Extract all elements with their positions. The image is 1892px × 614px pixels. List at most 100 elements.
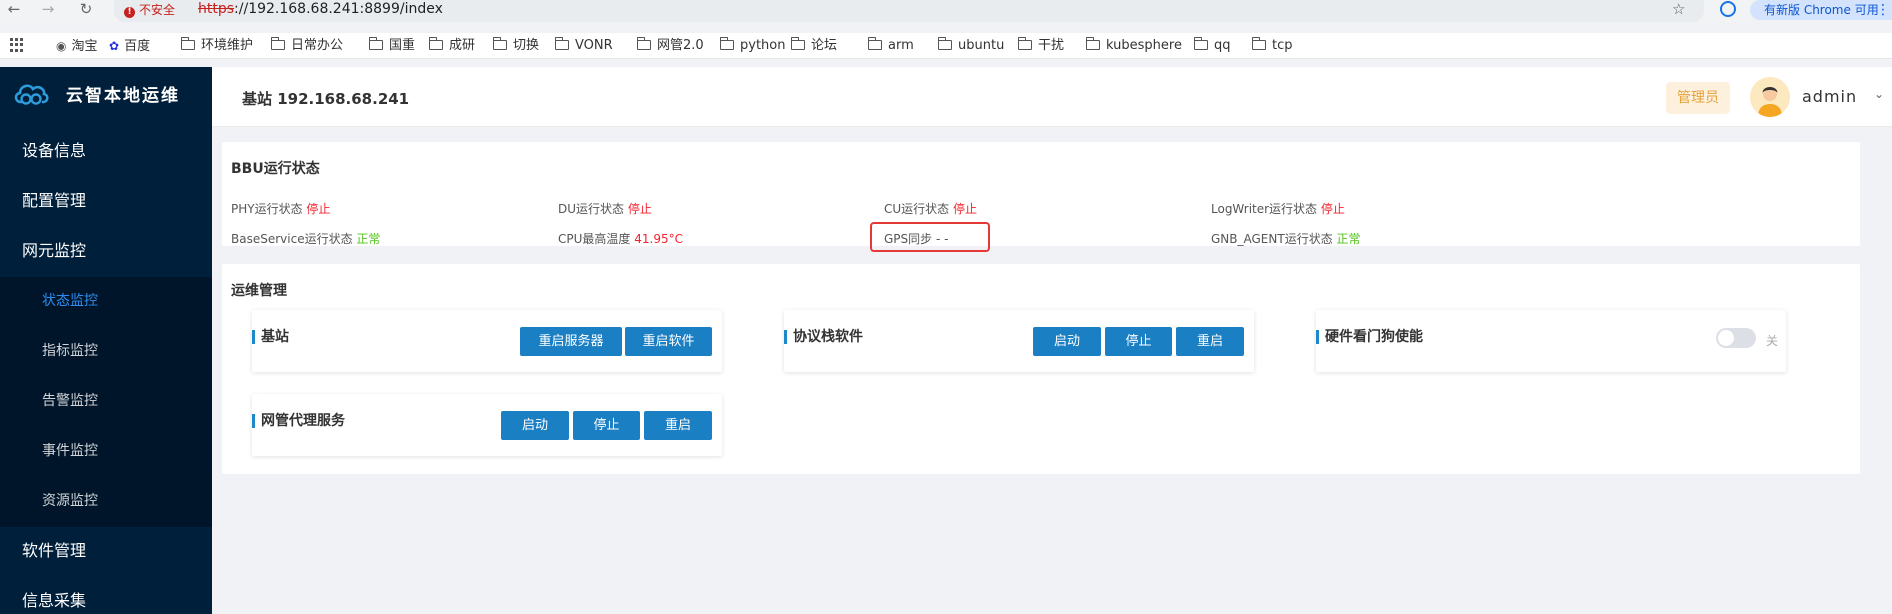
insecure-badge[interactable]: ! 不安全 bbox=[124, 2, 175, 18]
bookmark-item[interactable]: python bbox=[719, 37, 786, 54]
bookmark-item[interactable]: qq bbox=[1193, 37, 1231, 54]
sidebar-item-info-collect[interactable]: 信息采集 bbox=[0, 591, 212, 611]
bookmark-label: 国重 bbox=[389, 38, 416, 53]
stat-value: 正常 bbox=[356, 232, 381, 246]
back-arrow-icon[interactable]: ← bbox=[4, 0, 24, 20]
ops-panel-title: 运维管理 bbox=[231, 283, 287, 299]
sidebar-item-ne-monitor[interactable]: 网元监控 bbox=[0, 241, 212, 261]
folder-icon bbox=[937, 37, 952, 50]
url-text: https://192.168.68.241:8899/index bbox=[198, 1, 443, 17]
bookmark-item[interactable]: tcp bbox=[1251, 37, 1293, 54]
bookmark-item[interactable]: 国重 bbox=[368, 37, 416, 54]
card-label: 硬件看门狗使能 bbox=[1316, 330, 1423, 344]
stat-value: 停止 bbox=[627, 202, 652, 216]
stat-label: LogWriter运行状态 bbox=[1211, 202, 1318, 216]
bookmark-label: VONR bbox=[575, 38, 613, 53]
forward-arrow-icon[interactable]: → bbox=[38, 0, 58, 20]
restart-software-button[interactable]: 重启软件 bbox=[625, 327, 712, 356]
sidebar-subitem-status-monitor[interactable]: 状态监控 bbox=[0, 292, 212, 310]
browser-toolbar: ← → ↻ ! 不安全 https://192.168.68.241:8899/i… bbox=[0, 0, 1892, 22]
stat-label: GNB_AGENT运行状态 bbox=[1211, 232, 1333, 246]
sidebar-subitem-resource-monitor[interactable]: 资源监控 bbox=[0, 492, 212, 510]
watchdog-toggle[interactable] bbox=[1716, 328, 1756, 348]
sidebar-subitem-event-monitor[interactable]: 事件监控 bbox=[0, 442, 212, 460]
folder-icon bbox=[428, 37, 443, 50]
bookmark-item[interactable]: ✿ 百度 bbox=[109, 38, 150, 55]
app-title: 云智本地运维 bbox=[66, 86, 180, 106]
stat-logwriter: LogWriter运行状态 停止 bbox=[1211, 200, 1345, 217]
card-watchdog: 硬件看门狗使能 关 bbox=[1316, 310, 1786, 372]
proxy-stop-button[interactable]: 停止 bbox=[573, 411, 640, 440]
globe-icon: ◉ bbox=[56, 39, 67, 53]
stat-baseservice: BaseService运行状态 正常 bbox=[231, 230, 380, 247]
chrome-update-button[interactable]: 有新版 Chrome 可用 bbox=[1750, 0, 1892, 20]
stat-phy: PHY运行状态 停止 bbox=[231, 200, 330, 217]
bookmark-label: ubuntu bbox=[958, 38, 1005, 53]
folder-icon bbox=[1251, 37, 1266, 50]
bookmark-item[interactable]: 切换 bbox=[492, 37, 539, 54]
sidebar-subitem-metric-monitor[interactable]: 指标监控 bbox=[0, 342, 212, 360]
bookmark-label: 论坛 bbox=[811, 38, 838, 53]
bbu-panel-title: BBU运行状态 bbox=[231, 161, 320, 177]
bookmark-label: qq bbox=[1214, 38, 1231, 53]
stat-label: CPU最高温度 bbox=[558, 232, 631, 246]
stat-gnb-agent: GNB_AGENT运行状态 正常 bbox=[1211, 230, 1361, 247]
profile-icon[interactable] bbox=[1720, 1, 1736, 17]
protocol-restart-button[interactable]: 重启 bbox=[1176, 327, 1244, 356]
reload-icon[interactable]: ↻ bbox=[76, 0, 96, 20]
bookmark-item[interactable]: VONR bbox=[554, 37, 613, 54]
folder-icon bbox=[368, 37, 383, 50]
bookmark-label: 日常办公 bbox=[291, 38, 344, 53]
stat-label: PHY运行状态 bbox=[231, 202, 303, 216]
bookmark-item[interactable]: 环境维护 bbox=[180, 37, 254, 54]
folder-icon bbox=[492, 37, 507, 50]
bookmark-item[interactable]: kubesphere bbox=[1085, 37, 1182, 54]
sidebar-item-software[interactable]: 软件管理 bbox=[0, 541, 212, 561]
folder-icon bbox=[1017, 37, 1032, 50]
warning-icon: ! bbox=[124, 7, 135, 18]
card-label: 协议栈软件 bbox=[784, 330, 863, 344]
card-base-station: 基站 重启服务器 重启软件 bbox=[252, 310, 722, 372]
chevron-down-icon[interactable]: ⌄ bbox=[1874, 87, 1884, 101]
sidebar-item-device-info[interactable]: 设备信息 bbox=[0, 141, 212, 161]
protocol-stop-button[interactable]: 停止 bbox=[1105, 327, 1172, 356]
bookmark-item[interactable]: ◉ 淘宝 bbox=[56, 38, 98, 55]
folder-icon bbox=[790, 37, 805, 50]
bookmark-item[interactable]: 日常办公 bbox=[270, 37, 344, 54]
protocol-start-button[interactable]: 启动 bbox=[1033, 327, 1101, 356]
restart-server-button[interactable]: 重启服务器 bbox=[520, 327, 622, 356]
bookmark-star-icon[interactable]: ☆ bbox=[1672, 0, 1685, 18]
sidebar-item-config[interactable]: 配置管理 bbox=[0, 191, 212, 211]
toggle-state-label: 关 bbox=[1766, 334, 1779, 348]
card-label: 基站 bbox=[252, 330, 289, 344]
baidu-paw-icon: ✿ bbox=[109, 39, 120, 53]
insecure-label: 不安全 bbox=[139, 3, 176, 17]
folder-icon bbox=[867, 37, 882, 50]
bookmark-item[interactable]: 成研 bbox=[428, 37, 475, 54]
folder-icon bbox=[1085, 37, 1100, 50]
folder-icon bbox=[1193, 37, 1208, 50]
sidebar-subitem-alarm-monitor[interactable]: 告警监控 bbox=[0, 392, 212, 410]
bookmark-item[interactable]: 干扰 bbox=[1017, 37, 1064, 54]
apps-grid-icon[interactable] bbox=[10, 38, 24, 52]
bookmark-item[interactable]: arm bbox=[867, 37, 914, 54]
stat-label: BaseService运行状态 bbox=[231, 232, 353, 246]
bookmark-item[interactable]: 网管2.0 bbox=[636, 37, 704, 54]
stat-cpu-temp: CPU最高温度 41.95°C bbox=[558, 230, 683, 247]
bookmark-label: python bbox=[740, 38, 786, 53]
stat-value: 停止 bbox=[306, 202, 331, 216]
bookmark-item[interactable]: 论坛 bbox=[790, 37, 838, 54]
bbu-status-panel bbox=[222, 142, 1860, 246]
more-menu-icon[interactable]: ⋮ bbox=[1876, 0, 1890, 20]
user-avatar-icon bbox=[1750, 77, 1790, 117]
folder-icon bbox=[719, 37, 734, 50]
username[interactable]: admin bbox=[1802, 87, 1857, 106]
proxy-restart-button[interactable]: 重启 bbox=[644, 411, 712, 440]
folder-icon bbox=[636, 37, 651, 50]
bookmark-item[interactable]: ubuntu bbox=[937, 37, 1005, 54]
address-bar[interactable]: ! 不安全 https://192.168.68.241:8899/index bbox=[114, 0, 1704, 22]
proxy-start-button[interactable]: 启动 bbox=[501, 411, 569, 440]
avatar[interactable] bbox=[1750, 77, 1790, 117]
app-logo[interactable]: 云智本地运维 bbox=[0, 67, 212, 120]
bookmark-label: 环境维护 bbox=[201, 38, 254, 53]
